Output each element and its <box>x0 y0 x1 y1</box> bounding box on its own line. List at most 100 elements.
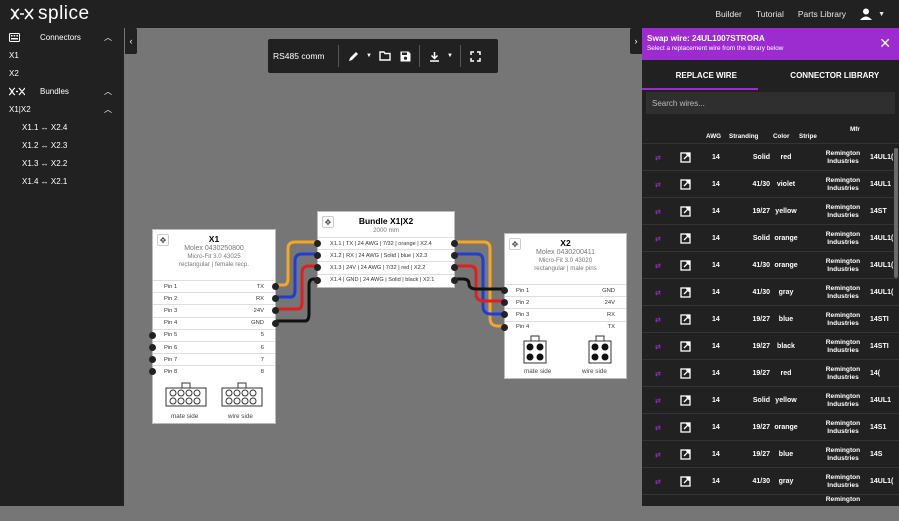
pin-row[interactable]: Pin 4GND <box>153 317 275 329</box>
chevron-up-icon[interactable]: ︿ <box>104 104 112 115</box>
chevron-up-icon[interactable]: ︿ <box>104 32 112 43</box>
wire-terminal[interactable] <box>314 252 321 259</box>
pin-row[interactable]: Pin 55 <box>153 329 275 341</box>
table-row[interactable]: ⇄14SolidredRemington Industries14UL1( <box>642 143 899 170</box>
swap-icon[interactable]: ⇄ <box>655 225 661 252</box>
connector-x2-card[interactable]: ✥ X2 Molex 0430200411 Micro-Fit 3.0 4302… <box>504 233 627 379</box>
open-link-icon[interactable] <box>680 225 691 252</box>
table-row[interactable]: ⇄1419/27blackRemington Industries14STI <box>642 332 899 359</box>
bundles-section-header[interactable]: Bundles ︿ <box>0 82 124 100</box>
table-row[interactable]: ⇄1441/30grayRemington Industries14UL1( <box>642 278 899 305</box>
swap-icon[interactable]: ⇄ <box>655 306 661 333</box>
column-header-stranding[interactable]: Stranding <box>729 133 758 140</box>
connector-x1-card[interactable]: ✥ X1 Molex 0430250800 Micro-Fit 3.0 4302… <box>152 229 276 424</box>
pin-row[interactable]: Pin 1GND <box>505 284 626 296</box>
open-link-icon[interactable] <box>680 333 691 360</box>
swap-icon[interactable]: ⇄ <box>655 171 661 198</box>
column-header-color[interactable]: Color <box>773 133 789 140</box>
open-link-icon[interactable] <box>680 441 691 468</box>
table-row[interactable]: ⇄1419/27redRemington Industries14( <box>642 359 899 386</box>
table-row[interactable]: ⇄1419/27orangeRemington Industries14S1 <box>642 413 899 440</box>
move-handle-icon[interactable]: ✥ <box>157 234 169 246</box>
sidebar-mapping-4[interactable]: X1.4 ↔ X2.1 <box>0 172 124 190</box>
swap-icon[interactable]: ⇄ <box>655 144 661 171</box>
wire-terminal[interactable] <box>314 277 321 284</box>
open-link-icon[interactable] <box>680 252 691 279</box>
sidebar-item-bundle-x1x2[interactable]: X1|X2 ︿ <box>0 100 124 118</box>
open-link-icon[interactable] <box>680 171 691 198</box>
pin-row[interactable]: Pin 2RX <box>153 292 275 304</box>
sidebar-mapping-1[interactable]: X1.1 ↔ X2.4 <box>0 118 124 136</box>
pin-terminal[interactable] <box>272 283 279 290</box>
pin-terminal[interactable] <box>501 324 508 331</box>
pin-row[interactable]: Pin 77 <box>153 353 275 365</box>
bundle-wire-row[interactable]: X1.1 | TX | 24 AWG | 7/32 | orange | X2.… <box>318 237 454 249</box>
diagram-canvas[interactable]: ✥ X1 Molex 0430250800 Micro-Fit 3.0 4302… <box>124 28 642 506</box>
pin-row[interactable]: Pin 224V <box>505 296 626 308</box>
open-link-icon[interactable] <box>680 279 691 306</box>
table-row[interactable]: ⇄1419/27yellowRemington Industries14ST <box>642 197 899 224</box>
move-handle-icon[interactable]: ✥ <box>509 238 521 250</box>
sidebar-mapping-3[interactable]: X1.3 ↔ X2.2 <box>0 154 124 172</box>
bundle-wire-row[interactable]: X1.2 | RX | 24 AWG | Solid | blue | X2.3 <box>318 249 454 261</box>
nav-parts-library[interactable]: Parts Library <box>798 9 846 19</box>
table-row[interactable]: ⇄1419/27blueRemington Industries14STI <box>642 305 899 332</box>
edit-button[interactable] <box>343 39 363 73</box>
pin-terminal[interactable] <box>501 311 508 318</box>
swap-icon[interactable]: ⇄ <box>655 387 661 414</box>
open-link-icon[interactable] <box>680 360 691 387</box>
wire-terminal[interactable] <box>451 277 458 284</box>
open-link-icon[interactable] <box>680 414 691 441</box>
edit-menu-button[interactable]: ▼ <box>363 39 375 73</box>
pin-terminal[interactable] <box>149 332 156 339</box>
sidebar-mapping-2[interactable]: X1.2 ↔ X2.3 <box>0 136 124 154</box>
pin-terminal[interactable] <box>149 356 156 363</box>
swap-icon[interactable]: ⇄ <box>655 198 661 225</box>
pin-row[interactable]: Pin 3RX <box>505 308 626 320</box>
table-row[interactable]: ⇄1441/30orangeRemington Industries14UL1( <box>642 251 899 278</box>
open-button[interactable] <box>375 39 395 73</box>
scrollbar[interactable] <box>894 148 898 278</box>
table-row[interactable]: Remington <box>642 494 899 521</box>
sidebar-item-x1[interactable]: X1 <box>0 46 124 64</box>
open-link-icon[interactable] <box>680 468 691 495</box>
save-button[interactable] <box>395 39 415 73</box>
open-link-icon[interactable] <box>680 306 691 333</box>
swap-icon[interactable]: ⇄ <box>655 441 661 468</box>
pin-row[interactable]: Pin 324V <box>153 304 275 316</box>
app-logo[interactable]: splice <box>10 3 90 25</box>
wire-terminal[interactable] <box>451 240 458 247</box>
tab-connector-library[interactable]: CONNECTOR LIBRARY <box>771 60 899 90</box>
project-name[interactable]: RS485 comm <box>268 51 334 61</box>
bundle-wire-row[interactable]: X1.3 | 24V | 24 AWG | 7/32 | red | X2.2 <box>318 261 454 273</box>
table-row[interactable]: ⇄14SolidyellowRemington Industries14UL1 <box>642 386 899 413</box>
account-menu[interactable]: ▼ <box>860 8 885 20</box>
column-header-mfr[interactable]: Mfr <box>850 126 860 133</box>
nav-tutorial[interactable]: Tutorial <box>756 9 784 19</box>
table-row[interactable]: ⇄14SolidorangeRemington Industries14UL1( <box>642 224 899 251</box>
wire-terminal[interactable] <box>314 240 321 247</box>
open-link-icon[interactable] <box>680 144 691 171</box>
pin-terminal[interactable] <box>501 299 508 306</box>
tab-replace-wire[interactable]: REPLACE WIRE <box>642 60 771 90</box>
search-input[interactable]: Search wires... <box>646 92 895 114</box>
download-button[interactable] <box>424 39 444 73</box>
pin-row[interactable]: Pin 4TX <box>505 321 626 333</box>
column-header-stripe[interactable]: Stripe <box>799 133 817 140</box>
close-icon[interactable]: ✕ <box>879 36 891 50</box>
download-menu-button[interactable]: ▼ <box>444 39 456 73</box>
pin-row[interactable]: Pin 88 <box>153 365 275 377</box>
pin-row[interactable]: Pin 1TX <box>153 280 275 292</box>
open-link-icon[interactable] <box>680 198 691 225</box>
wire-terminal[interactable] <box>314 264 321 271</box>
table-row[interactable]: ⇄1419/27blueRemington Industries14S <box>642 440 899 467</box>
table-row[interactable]: ⇄1441/30violetRemington Industries14UL1 <box>642 170 899 197</box>
swap-icon[interactable]: ⇄ <box>655 414 661 441</box>
connectors-section-header[interactable]: Connectors ︿ <box>0 28 124 46</box>
pin-row[interactable]: Pin 66 <box>153 341 275 353</box>
pin-terminal[interactable] <box>501 287 508 294</box>
swap-icon[interactable]: ⇄ <box>655 360 661 387</box>
swap-icon[interactable]: ⇄ <box>655 468 661 495</box>
bundle-card[interactable]: ✥ Bundle X1|X2 2000 mm X1.1 | TX | 24 AW… <box>317 211 455 288</box>
swap-icon[interactable]: ⇄ <box>655 252 661 279</box>
